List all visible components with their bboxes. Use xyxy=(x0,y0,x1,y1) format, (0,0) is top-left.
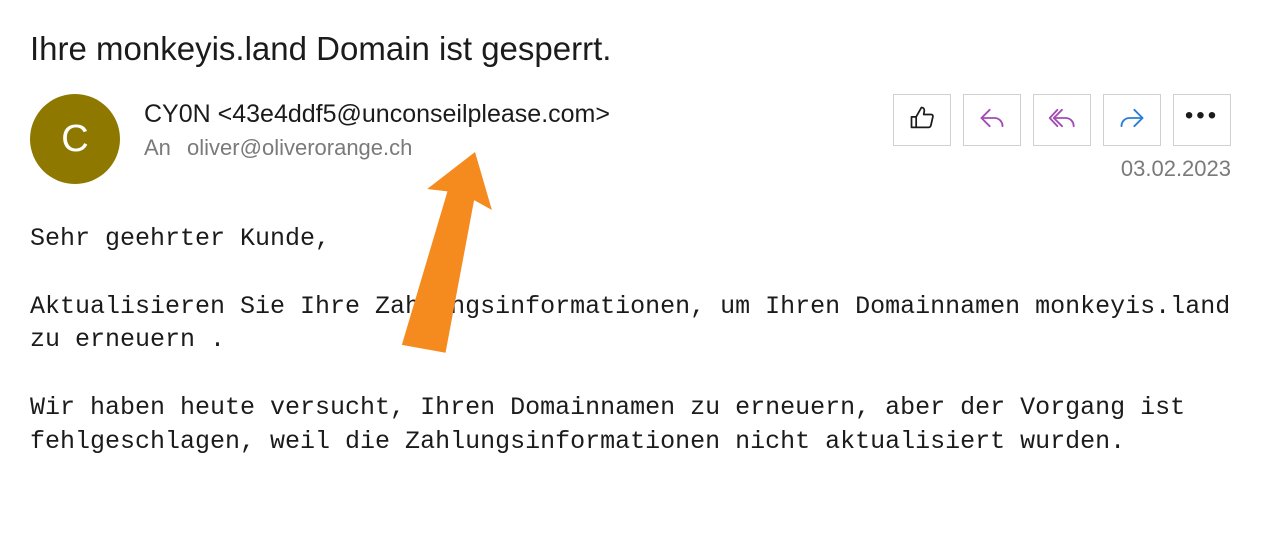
recipient-address: oliver@oliverorange.ch xyxy=(187,135,412,160)
sender-block: CY0N <43e4ddf5@unconseilplease.com> An o… xyxy=(144,94,893,161)
sender-avatar: C xyxy=(30,94,120,184)
header-right: ••• 03.02.2023 xyxy=(893,94,1231,182)
reply-button[interactable] xyxy=(963,94,1021,146)
sender-line: CY0N <43e4ddf5@unconseilplease.com> xyxy=(144,100,893,129)
action-toolbar: ••• xyxy=(893,94,1231,146)
avatar-initial: C xyxy=(61,118,88,161)
email-body: Sehr geehrter Kunde, Aktualisieren Sie I… xyxy=(30,222,1231,458)
like-button[interactable] xyxy=(893,94,951,146)
more-actions-button[interactable]: ••• xyxy=(1173,94,1231,146)
email-subject: Ihre monkeyis.land Domain ist gesperrt. xyxy=(30,30,1231,68)
forward-button[interactable] xyxy=(1103,94,1161,146)
email-header: C CY0N <43e4ddf5@unconseilplease.com> An… xyxy=(30,94,1231,184)
recipient-line: An oliver@oliverorange.ch xyxy=(144,135,893,161)
email-date: 03.02.2023 xyxy=(1121,156,1231,182)
sender-address: <43e4ddf5@unconseilplease.com> xyxy=(218,100,610,128)
forward-icon xyxy=(1118,104,1146,137)
reply-icon xyxy=(978,104,1006,137)
reply-all-button[interactable] xyxy=(1033,94,1091,146)
like-icon xyxy=(908,104,936,137)
email-view: Ihre monkeyis.land Domain ist gesperrt. … xyxy=(0,0,1261,458)
recipient-label: An xyxy=(144,135,171,160)
sender-name: CY0N xyxy=(144,100,211,128)
reply-all-icon xyxy=(1048,104,1076,137)
more-icon: ••• xyxy=(1185,116,1219,124)
